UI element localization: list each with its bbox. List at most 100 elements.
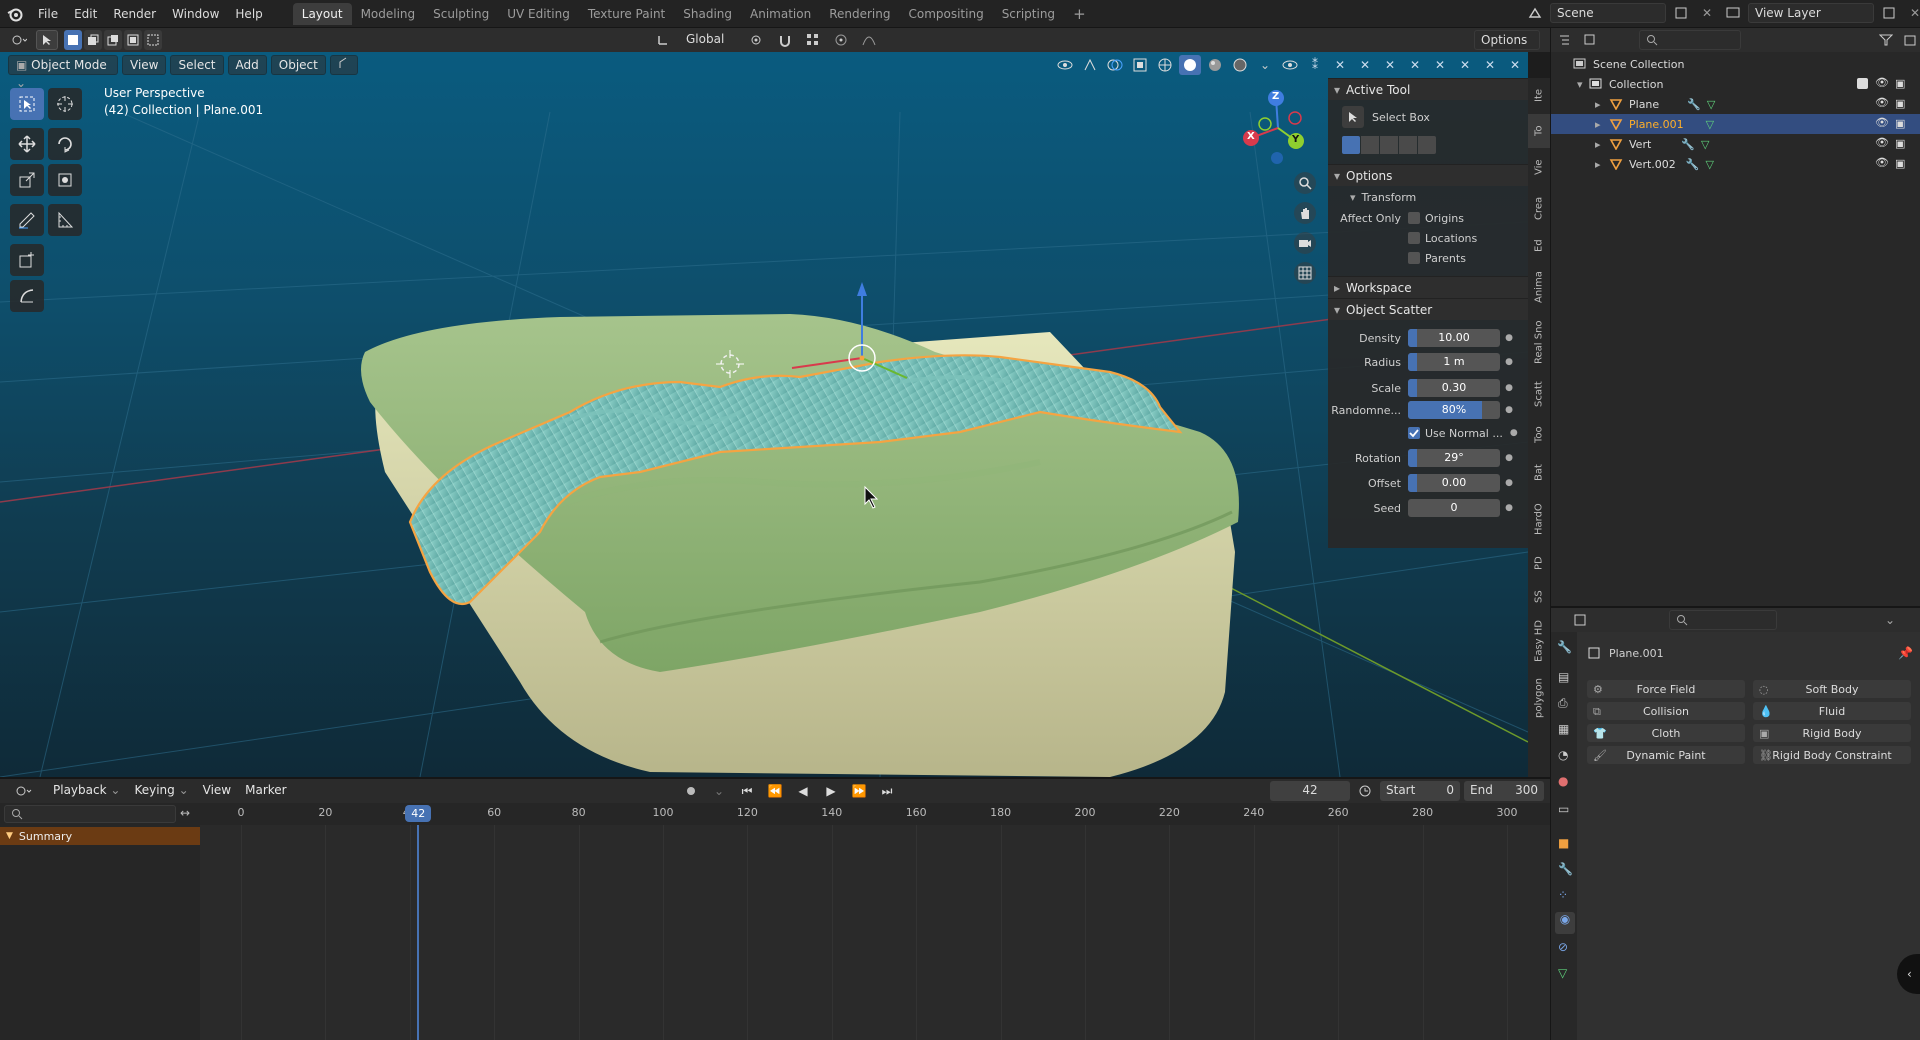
vert-render-icon[interactable]: ▣ <box>1895 137 1905 150</box>
select-new-icon[interactable] <box>64 30 82 50</box>
seed-field[interactable]: 0 <box>1408 499 1500 517</box>
dynamic-paint-button[interactable]: 🖌 Dynamic Paint <box>1587 746 1745 764</box>
tab-rendering[interactable]: Rendering <box>820 3 899 25</box>
select-menu[interactable]: Select <box>170 55 224 75</box>
record-icon[interactable] <box>680 781 702 801</box>
collapse-arrow-icon[interactable]: ▾ <box>1577 78 1589 91</box>
gizmo-toggle-icon[interactable] <box>329 55 358 75</box>
view-layer-field[interactable]: View Layer <box>1748 3 1874 23</box>
scale-field[interactable]: 0.30 <box>1408 379 1500 397</box>
randomness-slider[interactable]: 80% <box>1408 401 1500 419</box>
view-layer-icon[interactable] <box>1722 3 1744 23</box>
visibility-icon[interactable] <box>1054 55 1076 75</box>
object-menu[interactable]: Object <box>270 55 326 75</box>
annotate-tool[interactable] <box>10 204 44 236</box>
prev-keyframe-icon[interactable]: ⏪ <box>764 781 786 801</box>
use-normal-checkbox[interactable] <box>1408 427 1420 439</box>
select-invert-icon[interactable] <box>124 30 142 50</box>
outliner-item-plane[interactable]: ▸ Plane 🔧 ▽ 👁 ▣ <box>1551 94 1920 114</box>
addon-toggle-7-icon[interactable]: ✕ <box>1454 55 1476 75</box>
select-intersect-icon[interactable] <box>144 30 162 50</box>
tab-sculpting[interactable]: Sculpting <box>424 3 498 25</box>
scene-close-icon[interactable]: ✕ <box>1696 3 1718 23</box>
tab-view[interactable]: Vie <box>1528 150 1550 184</box>
snap-target-icon[interactable] <box>802 30 824 50</box>
blender-logo-icon[interactable] <box>0 0 30 28</box>
jump-start-icon[interactable]: ⏮ <box>736 781 758 801</box>
playhead-line[interactable] <box>417 825 420 1040</box>
channel-search-input[interactable] <box>4 805 176 823</box>
menu-window[interactable]: Window <box>164 0 227 28</box>
addon-toggle-3-icon[interactable]: ✕ <box>1354 55 1376 75</box>
menu-render[interactable]: Render <box>105 0 164 28</box>
playhead-frame-badge[interactable]: 42 <box>405 805 432 822</box>
rigid-body-constraint-button[interactable]: ⛓ Rigid Body Constraint <box>1753 746 1911 764</box>
tab-uv-editing[interactable]: UV Editing <box>498 3 579 25</box>
tab-easy-hdri[interactable]: Easy HD <box>1528 616 1550 666</box>
play-icon[interactable]: ▶ <box>820 781 842 801</box>
physics-tab-icon[interactable]: ◉ <box>1555 912 1575 934</box>
tab-edit[interactable]: Ed <box>1528 232 1550 260</box>
scene-collection-row[interactable]: Scene Collection <box>1551 54 1920 74</box>
workspace-header[interactable]: ▸ Workspace <box>1328 276 1528 298</box>
select-extend-icon[interactable] <box>84 30 102 50</box>
outliner-item-vert-002[interactable]: ▸ Vert.002 🔧 ▽ 👁 ▣ <box>1551 154 1920 174</box>
collection-exclude-checkbox[interactable] <box>1857 78 1868 89</box>
collapse-region-icon[interactable]: ‹ <box>1897 954 1920 994</box>
scene-field[interactable]: Scene <box>1550 3 1666 23</box>
select-box-row[interactable]: Select Box <box>1328 100 1528 134</box>
collection-tab-icon[interactable]: ▭ <box>1558 802 1569 816</box>
display-mode-icon[interactable] <box>1582 30 1603 50</box>
output-tab-icon[interactable]: ⎙ <box>1558 696 1568 711</box>
parents-checkbox[interactable] <box>1408 252 1420 264</box>
plane-visibility-icon[interactable]: 👁 <box>1875 96 1889 109</box>
tab-modeling[interactable]: Modeling <box>352 3 425 25</box>
camera-view-icon[interactable] <box>1294 232 1316 254</box>
solid-shading-icon[interactable] <box>1179 55 1201 75</box>
cloth-button[interactable]: 👕 Cloth <box>1587 724 1745 742</box>
perspective-toggle-icon[interactable] <box>1294 262 1316 284</box>
keying-menu[interactable]: Keying ⌄ <box>127 781 195 801</box>
add-cube-tool[interactable] <box>10 244 44 276</box>
gizmo-icon[interactable] <box>1079 55 1101 75</box>
tab-batch[interactable]: Bat <box>1528 456 1550 490</box>
menu-help[interactable]: Help <box>227 0 270 28</box>
timeline-editor-icon[interactable] <box>10 781 38 801</box>
filter-icon[interactable] <box>1875 30 1896 50</box>
options-header[interactable]: ▾ Options <box>1328 164 1528 186</box>
scatter-tool[interactable] <box>10 280 44 312</box>
tab-animation[interactable]: Animation <box>741 3 820 25</box>
vert-002-render-icon[interactable]: ▣ <box>1895 157 1905 170</box>
addon-toggle-4-icon[interactable]: ✕ <box>1379 55 1401 75</box>
end-frame-field[interactable]: End 300 <box>1464 781 1544 801</box>
editor-type-icon[interactable] <box>8 30 30 50</box>
wireframe-shading-icon[interactable] <box>1154 55 1176 75</box>
preview-range-icon[interactable] <box>1354 781 1376 801</box>
tab-hardops[interactable]: HardO <box>1528 494 1550 544</box>
offset-field[interactable]: 0.00 <box>1408 474 1500 492</box>
constraints-tab-icon[interactable]: ⊘ <box>1558 940 1568 954</box>
measure-tool[interactable] <box>48 204 82 236</box>
tool-tab-icon[interactable]: 🔧 <box>1557 640 1572 654</box>
add-workspace-icon[interactable]: + <box>1064 3 1095 25</box>
force-field-button[interactable]: ⚙ Force Field <box>1587 680 1745 698</box>
mode-extend-icon[interactable] <box>1361 136 1379 154</box>
mode-new-icon[interactable] <box>1342 136 1360 154</box>
expand-arrow-icon[interactable]: ▸ <box>1595 158 1609 171</box>
mode-invert-icon[interactable] <box>1399 136 1417 154</box>
vert-visibility-icon[interactable]: 👁 <box>1875 136 1889 149</box>
tab-polygon[interactable]: polygon <box>1528 670 1550 726</box>
expand-arrow-icon[interactable]: ▸ <box>1595 138 1609 151</box>
menu-file[interactable]: File <box>30 0 66 28</box>
addon-toggle-2-icon[interactable]: ✕ <box>1329 55 1351 75</box>
properties-options-icon[interactable]: ⌄ <box>1885 613 1895 627</box>
vert-002-visibility-icon[interactable]: 👁 <box>1875 156 1889 169</box>
falloff-icon[interactable] <box>858 30 880 50</box>
play-reverse-icon[interactable]: ◀ <box>792 781 814 801</box>
scene-tab-icon[interactable]: ◔ <box>1558 748 1568 762</box>
collection-row[interactable]: ▾ Collection 👁 ▣ <box>1551 74 1920 94</box>
properties-editor-icon[interactable] <box>1571 610 1593 630</box>
collision-button[interactable]: ⧉ Collision <box>1587 702 1745 720</box>
properties-search-input[interactable] <box>1669 610 1777 630</box>
tab-create[interactable]: Crea <box>1528 188 1550 228</box>
